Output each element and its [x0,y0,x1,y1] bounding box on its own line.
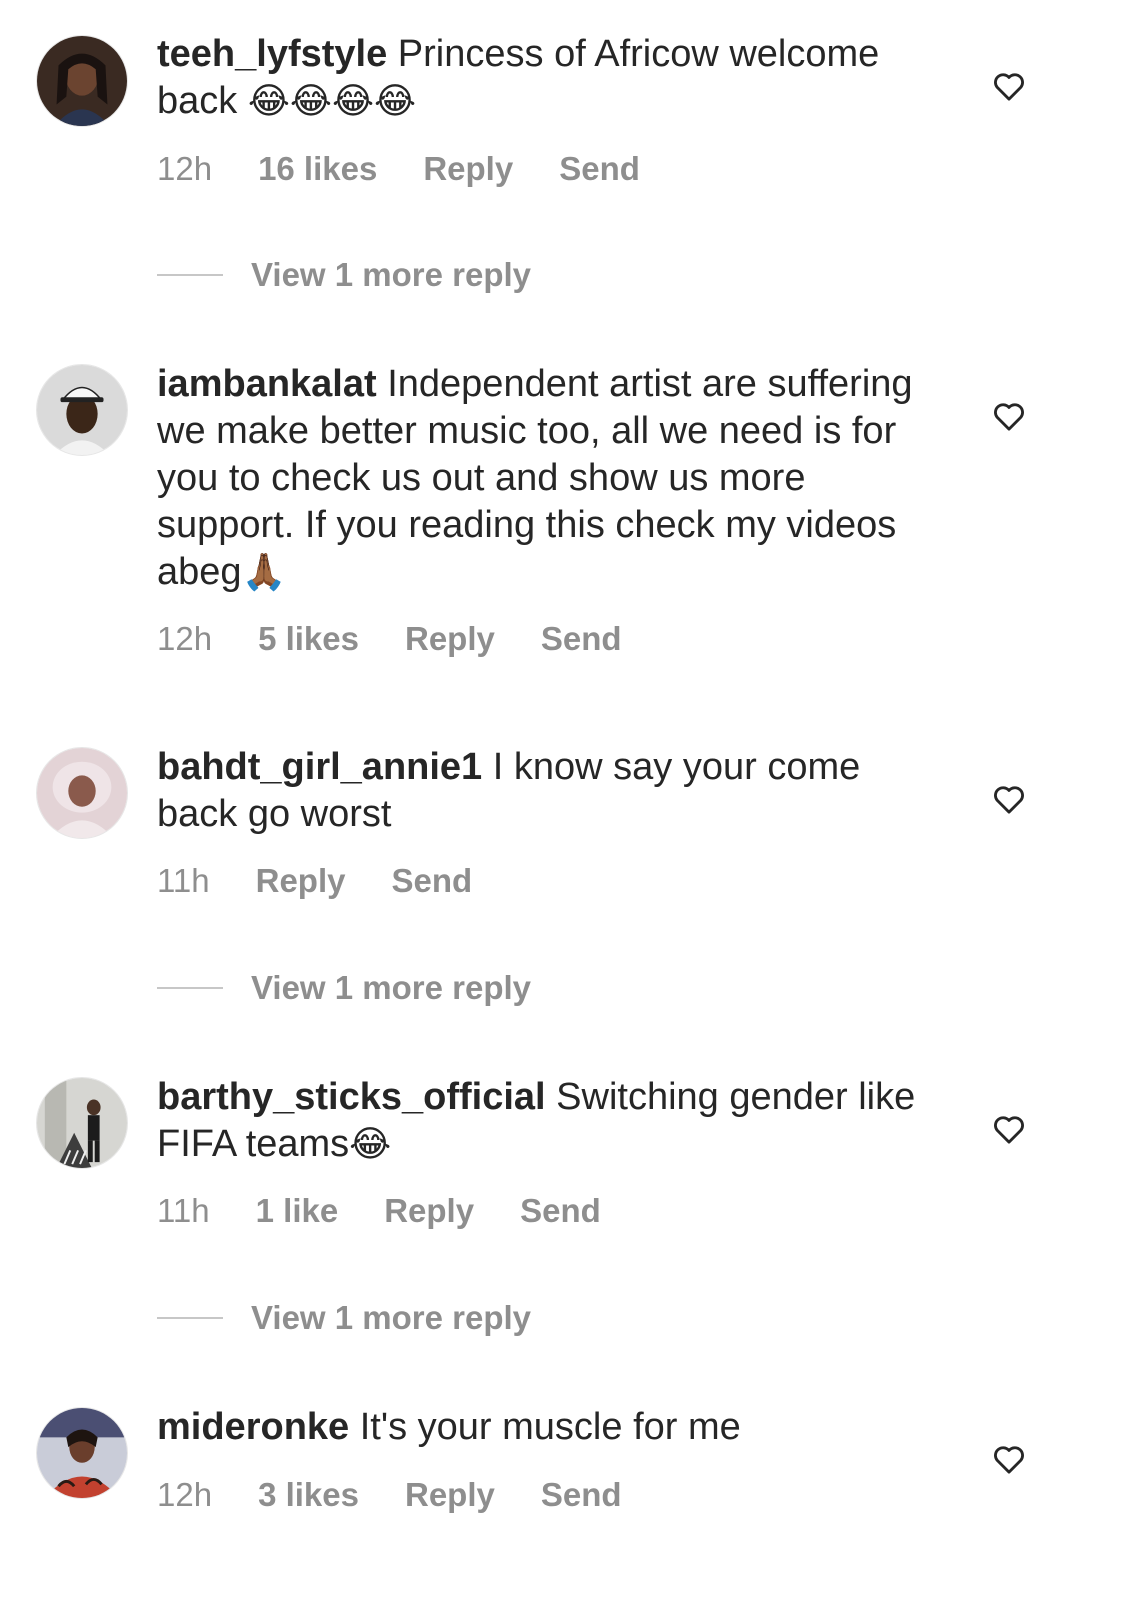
comment-meta: 11h Reply Send [157,862,518,900]
comment-timestamp: 12h [157,150,213,187]
avatar[interactable] [36,1407,128,1499]
comment-timestamp: 11h [157,862,210,899]
avatar[interactable] [36,364,128,456]
likes-count[interactable]: 3 likes [258,1476,359,1514]
reply-button[interactable]: Reply [384,1192,474,1230]
view-more-replies[interactable]: View 1 more reply [157,1299,531,1339]
comment-text: iambankalat Independent artist are suffe… [157,361,947,596]
likes-count[interactable]: 5 likes [258,620,359,658]
comment-username[interactable]: mideronke [157,1406,349,1448]
reply-button[interactable]: Reply [405,1476,495,1514]
send-button[interactable]: Send [392,862,473,900]
likes-count[interactable]: 1 like [256,1192,339,1230]
heart-icon[interactable] [990,1440,1028,1478]
send-button[interactable]: Send [541,1476,622,1514]
view-more-replies-label: View 1 more reply [251,1299,532,1336]
comment-text: bahdt_girl_annie1 I know say your come b… [157,744,947,838]
avatar[interactable] [36,1077,128,1169]
comment-meta: 12h 5 likes Reply Send [157,620,668,658]
comment-meta: 12h 16 likes Reply Send [157,150,686,188]
reply-thread-line [157,274,223,276]
avatar[interactable] [36,35,128,127]
heart-icon[interactable] [990,780,1028,818]
comment-meta: 12h 3 likes Reply Send [157,1476,668,1514]
send-button[interactable]: Send [559,150,640,188]
reply-button[interactable]: Reply [423,150,513,188]
likes-count[interactable]: 16 likes [258,150,377,188]
comment-text: barthy_sticks_official Switching gender … [157,1074,947,1168]
comment-username[interactable]: teeh_lyfstyle [157,33,387,75]
heart-icon[interactable] [990,67,1028,105]
comment-text: teeh_lyfstyle Princess of Africow welcom… [157,31,947,125]
comment-meta: 11h 1 like Reply Send [157,1192,647,1230]
send-button[interactable]: Send [520,1192,601,1230]
reply-thread-line [157,987,223,989]
comment-body: It's your muscle for me [359,1406,741,1448]
heart-icon[interactable] [990,397,1028,435]
send-button[interactable]: Send [541,620,622,658]
view-more-replies-label: View 1 more reply [251,256,532,293]
comment-username[interactable]: bahdt_girl_annie1 [157,746,482,788]
reply-thread-line [157,1317,223,1319]
view-more-replies[interactable]: View 1 more reply [157,256,531,296]
comment-timestamp: 12h [157,1476,213,1513]
laughing-emoji: 😂 [349,1124,392,1165]
laughing-emoji: 😂😂😂😂 [247,81,417,122]
reply-button[interactable]: Reply [405,620,495,658]
view-more-replies[interactable]: View 1 more reply [157,969,531,1009]
heart-icon[interactable] [990,1110,1028,1148]
comment-timestamp: 12h [157,620,213,657]
avatar[interactable] [36,747,128,839]
praying-hands-emoji: 🙏🏾 [241,552,287,593]
comment-username[interactable]: barthy_sticks_official [157,1076,546,1118]
comment-timestamp: 11h [157,1192,210,1229]
reply-button[interactable]: Reply [256,862,346,900]
comment-text: mideronke It's your muscle for me [157,1404,947,1451]
view-more-replies-label: View 1 more reply [251,969,532,1006]
comment-username[interactable]: iambankalat [157,363,377,405]
